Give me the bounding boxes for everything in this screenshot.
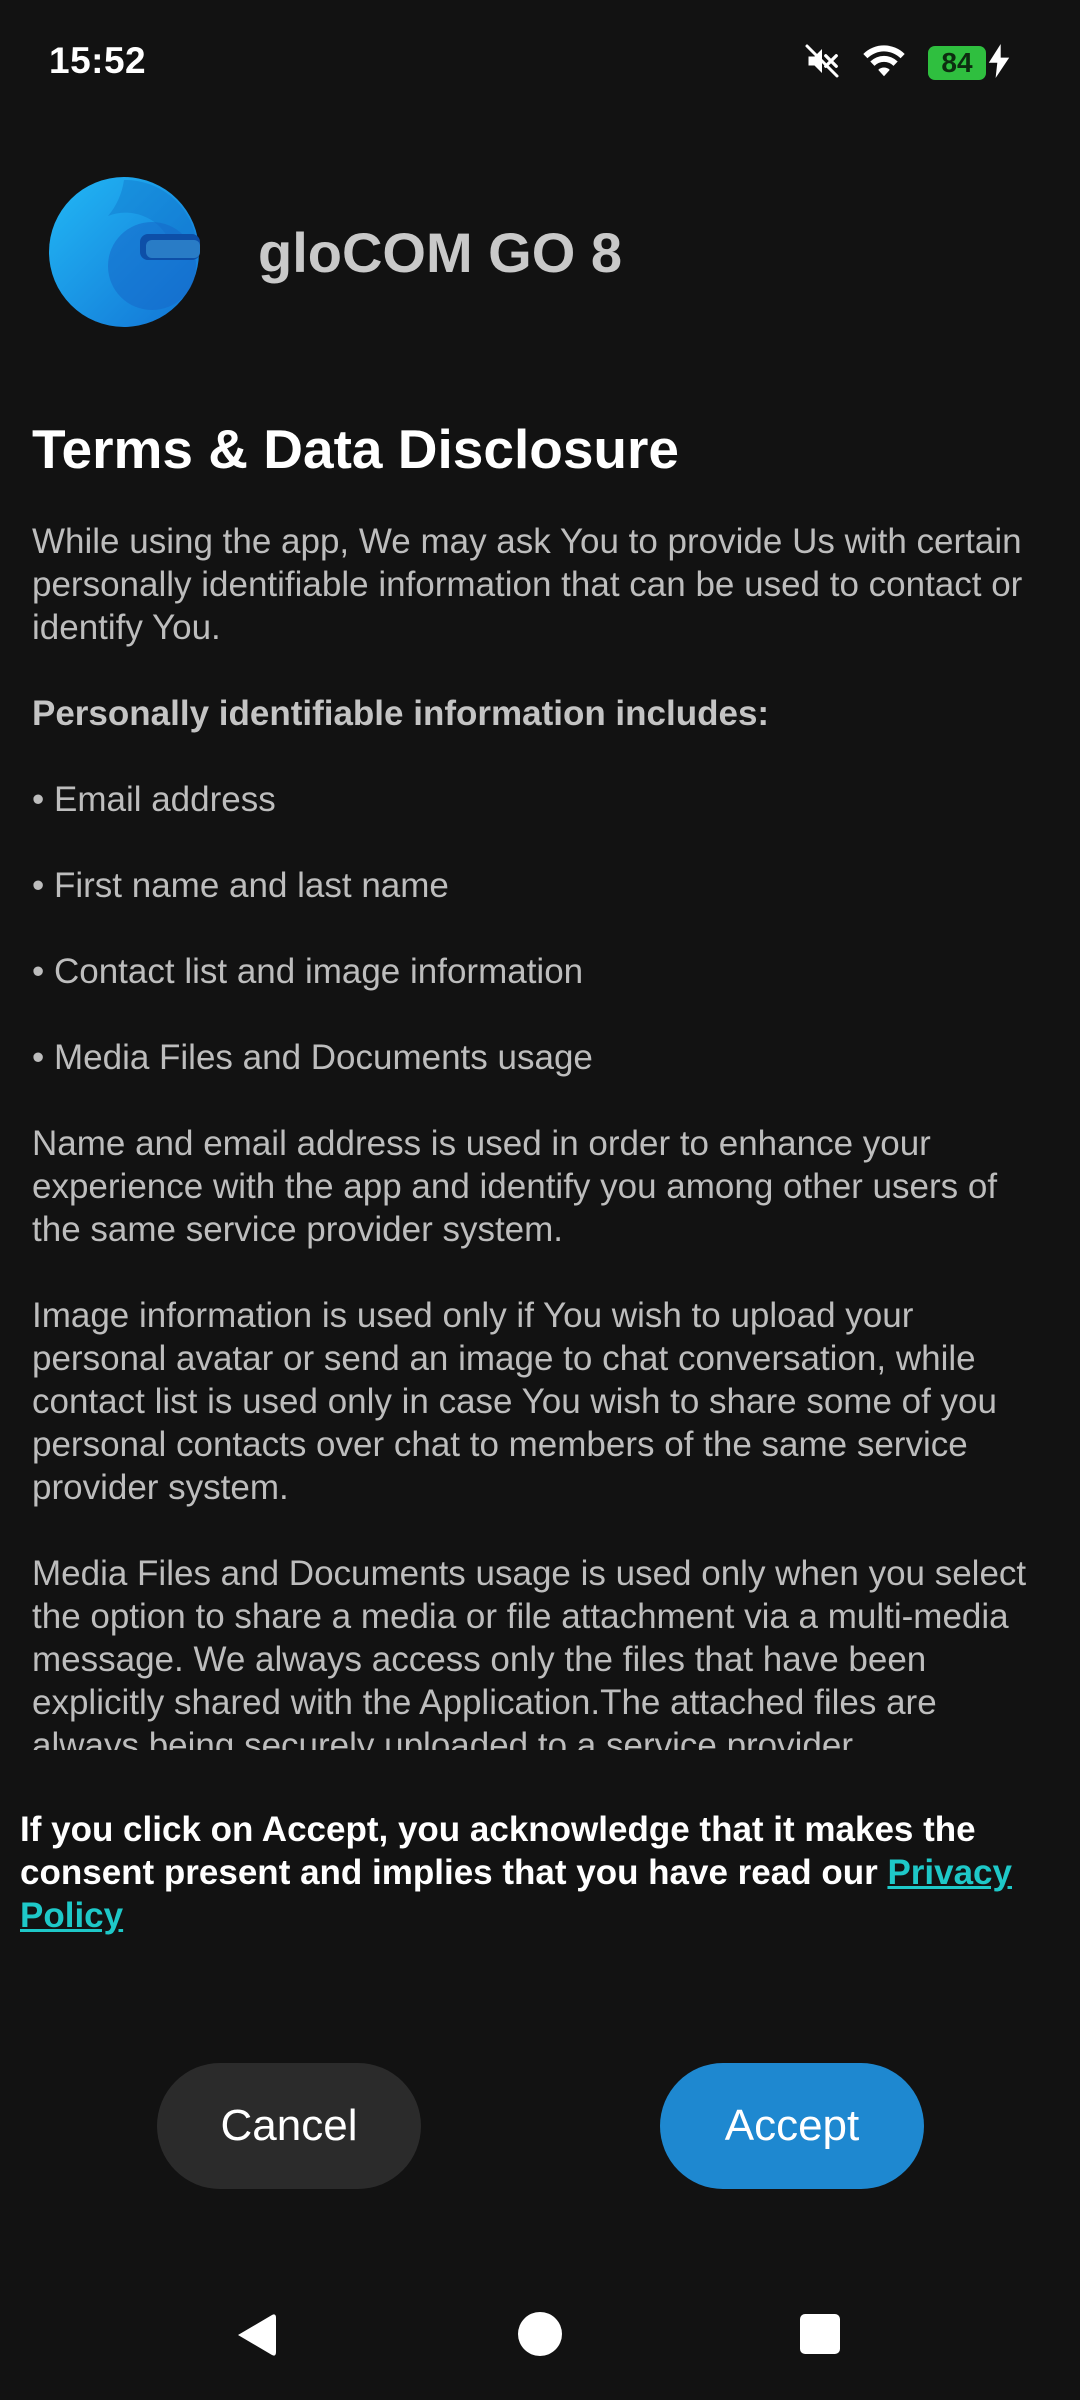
battery-icon: 84 — [928, 43, 1010, 83]
back-icon[interactable] — [234, 2312, 278, 2363]
charging-icon — [988, 43, 1010, 83]
status-bar: 15:52 84 — [0, 0, 1080, 120]
recents-icon[interactable] — [800, 2314, 840, 2354]
battery-level: 84 — [928, 46, 986, 80]
intro-paragraph: While using the app, We may ask You to p… — [32, 522, 1023, 647]
page-title: Terms & Data Disclosure — [32, 418, 680, 480]
status-icons: 84 — [804, 40, 1010, 86]
home-icon[interactable] — [518, 2312, 562, 2356]
image-paragraph: Image information is used only if You wi… — [32, 1296, 997, 1507]
list-item-name: • First name and last name — [32, 866, 449, 905]
wifi-icon — [862, 43, 906, 84]
navigation-bar — [0, 2290, 1080, 2380]
media-paragraph: Media Files and Documents usage is used … — [32, 1554, 1027, 1750]
cancel-button[interactable]: Cancel — [157, 2063, 421, 2189]
accept-button[interactable]: Accept — [660, 2063, 924, 2189]
list-item-email: • Email address — [32, 780, 276, 819]
terms-content[interactable]: Terms & Data Disclosure While using the … — [32, 410, 1052, 1750]
consent-text: If you click on Accept, you acknowledge … — [20, 1810, 976, 1892]
app-title: gloCOM GO 8 — [258, 221, 622, 284]
status-time: 15:52 — [49, 40, 147, 81]
name-email-paragraph: Name and email address is used in order … — [32, 1124, 998, 1249]
list-item-media: • Media Files and Documents usage — [32, 1038, 593, 1077]
consent-notice: If you click on Accept, you acknowledge … — [20, 1808, 1060, 1937]
glocom-logo-icon — [48, 176, 200, 328]
list-title: Personally identifiable information incl… — [32, 694, 770, 733]
list-item-contacts: • Contact list and image information — [32, 952, 584, 991]
mute-icon — [804, 43, 840, 84]
